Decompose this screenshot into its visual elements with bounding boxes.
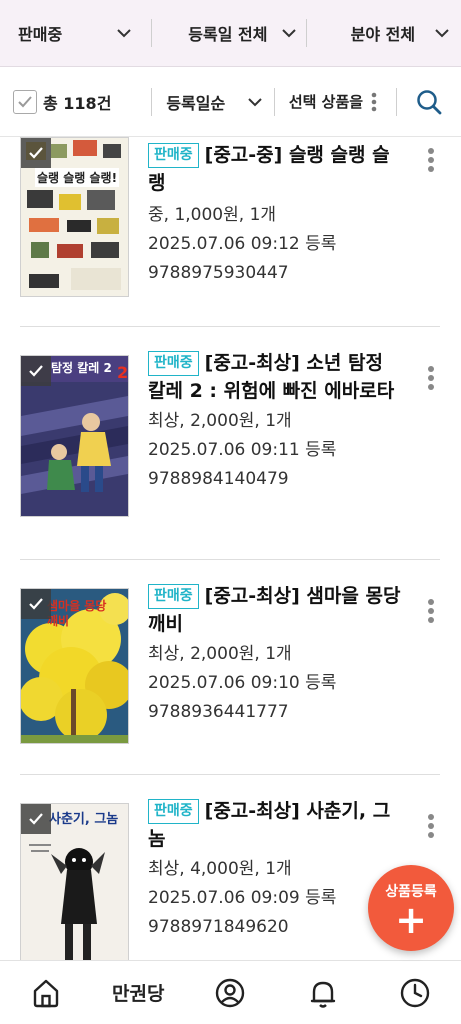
item-detail: 최상, 2,000원, 1개 <box>148 411 292 431</box>
list-item[interactable]: 샘마을 몽당깨비 판매중 [중고-최상] 샘마을 몽당깨비 최상, 2,000원,… <box>20 560 441 775</box>
nav-store-label: 만권당 <box>112 983 165 1005</box>
status-badge: 판매중 <box>148 351 199 376</box>
list-item[interactable]: 슬랭 슬랭 슬랭! 판매중 [중고-중] 슬랭 슬랭 슬랭 중, 1,000원, … <box>20 137 441 327</box>
item-info: 판매중 [중고-최상] 사춘기, 그놈 최상, 4,000원, 1개 2025.0… <box>148 797 402 942</box>
more-vertical-icon <box>428 148 434 172</box>
svg-text:2: 2 <box>117 363 128 382</box>
selected-items-label: 선택 상품을 <box>288 93 364 111</box>
item-detail: 최상, 4,000원, 1개 <box>148 859 292 879</box>
status-badge: 판매중 <box>148 143 199 168</box>
item-checkbox[interactable] <box>21 138 51 168</box>
chevron-down-icon <box>435 29 449 38</box>
status-filter-label: 판매중 <box>18 25 63 44</box>
cover-title: 슬랭 슬랭 슬랭! <box>35 168 120 187</box>
item-registered-date: 2025.07.06 09:10 등록 <box>148 673 337 693</box>
item-isbn: 9788936441777 <box>148 702 289 722</box>
cover-title: 샘마을 몽당깨비 <box>47 599 107 628</box>
nav-notifications[interactable] <box>277 961 369 1024</box>
bottom-nav: 만권당 <box>0 960 461 1024</box>
item-title[interactable]: 판매중 [중고-최상] 사춘기, 그놈 <box>148 797 402 853</box>
status-filter[interactable]: 판매중 <box>0 0 151 67</box>
more-vertical-icon <box>371 92 377 111</box>
product-list: 슬랭 슬랭 슬랭! 판매중 [중고-중] 슬랭 슬랭 슬랭 중, 1,000원, … <box>0 137 461 960</box>
home-icon <box>33 979 59 1007</box>
item-menu-button[interactable] <box>421 596 441 626</box>
status-badge: 판매중 <box>148 584 199 609</box>
item-info: 판매중 [중고-중] 슬랭 슬랭 슬랭 중, 1,000원, 1개 2025.07… <box>148 141 402 288</box>
item-title[interactable]: 판매중 [중고-최상] 샘마을 몽당깨비 <box>148 582 402 638</box>
book-cover[interactable]: 샘마을 몽당깨비 <box>20 588 129 744</box>
item-registered-date: 2025.07.06 09:12 등록 <box>148 234 337 254</box>
more-vertical-icon <box>428 599 434 623</box>
search-icon <box>417 89 442 114</box>
item-registered-date: 2025.07.06 09:11 등록 <box>148 440 337 460</box>
clock-icon <box>400 978 430 1007</box>
item-isbn: 9788971849620 <box>148 917 289 937</box>
cover-title: 사춘기, 그놈 <box>49 812 119 827</box>
item-detail: 최상, 2,000원, 1개 <box>148 644 292 664</box>
nav-my-account[interactable] <box>184 961 276 1024</box>
plus-icon: + <box>395 898 427 942</box>
item-menu-button[interactable] <box>421 363 441 393</box>
item-title[interactable]: 판매중 [중고-최상] 소년 탐정 칼레 2 : 위험에 빠진 에바로타 <box>148 349 402 405</box>
chevron-down-icon <box>248 97 262 106</box>
add-product-button[interactable]: 상품등록 + <box>368 865 454 951</box>
filter-bar: 판매중 등록일 전체 분야 전체 <box>0 0 461 67</box>
book-cover[interactable]: 2 탐정 칼레 2 <box>20 355 129 517</box>
check-icon <box>18 95 32 107</box>
more-vertical-icon <box>428 814 434 838</box>
check-icon <box>29 147 43 159</box>
item-isbn: 9788975930447 <box>148 263 289 283</box>
item-menu-button[interactable] <box>421 811 441 841</box>
date-filter[interactable]: 등록일 전체 <box>152 0 305 67</box>
nav-recent[interactable] <box>369 961 461 1024</box>
item-title[interactable]: 판매중 [중고-중] 슬랭 슬랭 슬랭 <box>148 141 402 197</box>
user-icon <box>216 978 245 1007</box>
sort-label: 등록일순 <box>166 93 226 113</box>
category-filter[interactable]: 분야 전체 <box>307 0 461 67</box>
list-item[interactable]: 2 탐정 칼레 2 판매중 [중고-최상] 소년 탐정 칼레 2 : 위험에 빠진… <box>20 327 441 560</box>
item-checkbox[interactable] <box>21 356 51 386</box>
item-checkbox[interactable] <box>21 589 51 619</box>
chevron-down-icon <box>281 29 296 38</box>
selected-items-menu[interactable]: 선택 상품을 <box>275 67 396 137</box>
sort-dropdown[interactable]: 등록일순 <box>152 67 274 137</box>
check-icon <box>29 813 43 825</box>
bell-icon <box>310 981 335 1008</box>
search-button[interactable] <box>397 67 461 137</box>
status-badge: 판매중 <box>148 799 199 824</box>
item-info: 판매중 [중고-최상] 소년 탐정 칼레 2 : 위험에 빠진 에바로타 최상, … <box>148 349 402 494</box>
list-toolbar: 총 118건 등록일순 선택 상품을 <box>0 67 461 137</box>
select-all-checkbox[interactable]: 총 118건 <box>0 67 151 137</box>
nav-home[interactable] <box>0 961 92 1024</box>
item-registered-date: 2025.07.06 09:09 등록 <box>148 888 337 908</box>
book-cover[interactable]: 슬랭 슬랭 슬랭! <box>20 137 129 297</box>
item-checkbox[interactable] <box>21 804 51 834</box>
date-filter-label: 등록일 전체 <box>188 25 268 44</box>
total-count: 총 118건 <box>43 93 112 113</box>
check-icon <box>29 598 43 610</box>
book-cover[interactable]: 사춘기, 그놈 <box>20 803 129 960</box>
item-isbn: 9788984140479 <box>148 469 289 489</box>
item-menu-button[interactable] <box>421 145 441 175</box>
more-vertical-icon <box>428 366 434 390</box>
item-detail: 중, 1,000원, 1개 <box>148 205 277 225</box>
chevron-down-icon <box>117 29 132 38</box>
item-info: 판매중 [중고-최상] 샘마을 몽당깨비 최상, 2,000원, 1개 2025.… <box>148 582 402 727</box>
category-filter-label: 분야 전체 <box>350 25 416 44</box>
cover-title: 탐정 칼레 2 <box>51 361 112 375</box>
check-icon <box>29 365 43 377</box>
checkbox[interactable] <box>13 89 37 114</box>
nav-store[interactable]: 만권당 <box>92 961 184 1024</box>
